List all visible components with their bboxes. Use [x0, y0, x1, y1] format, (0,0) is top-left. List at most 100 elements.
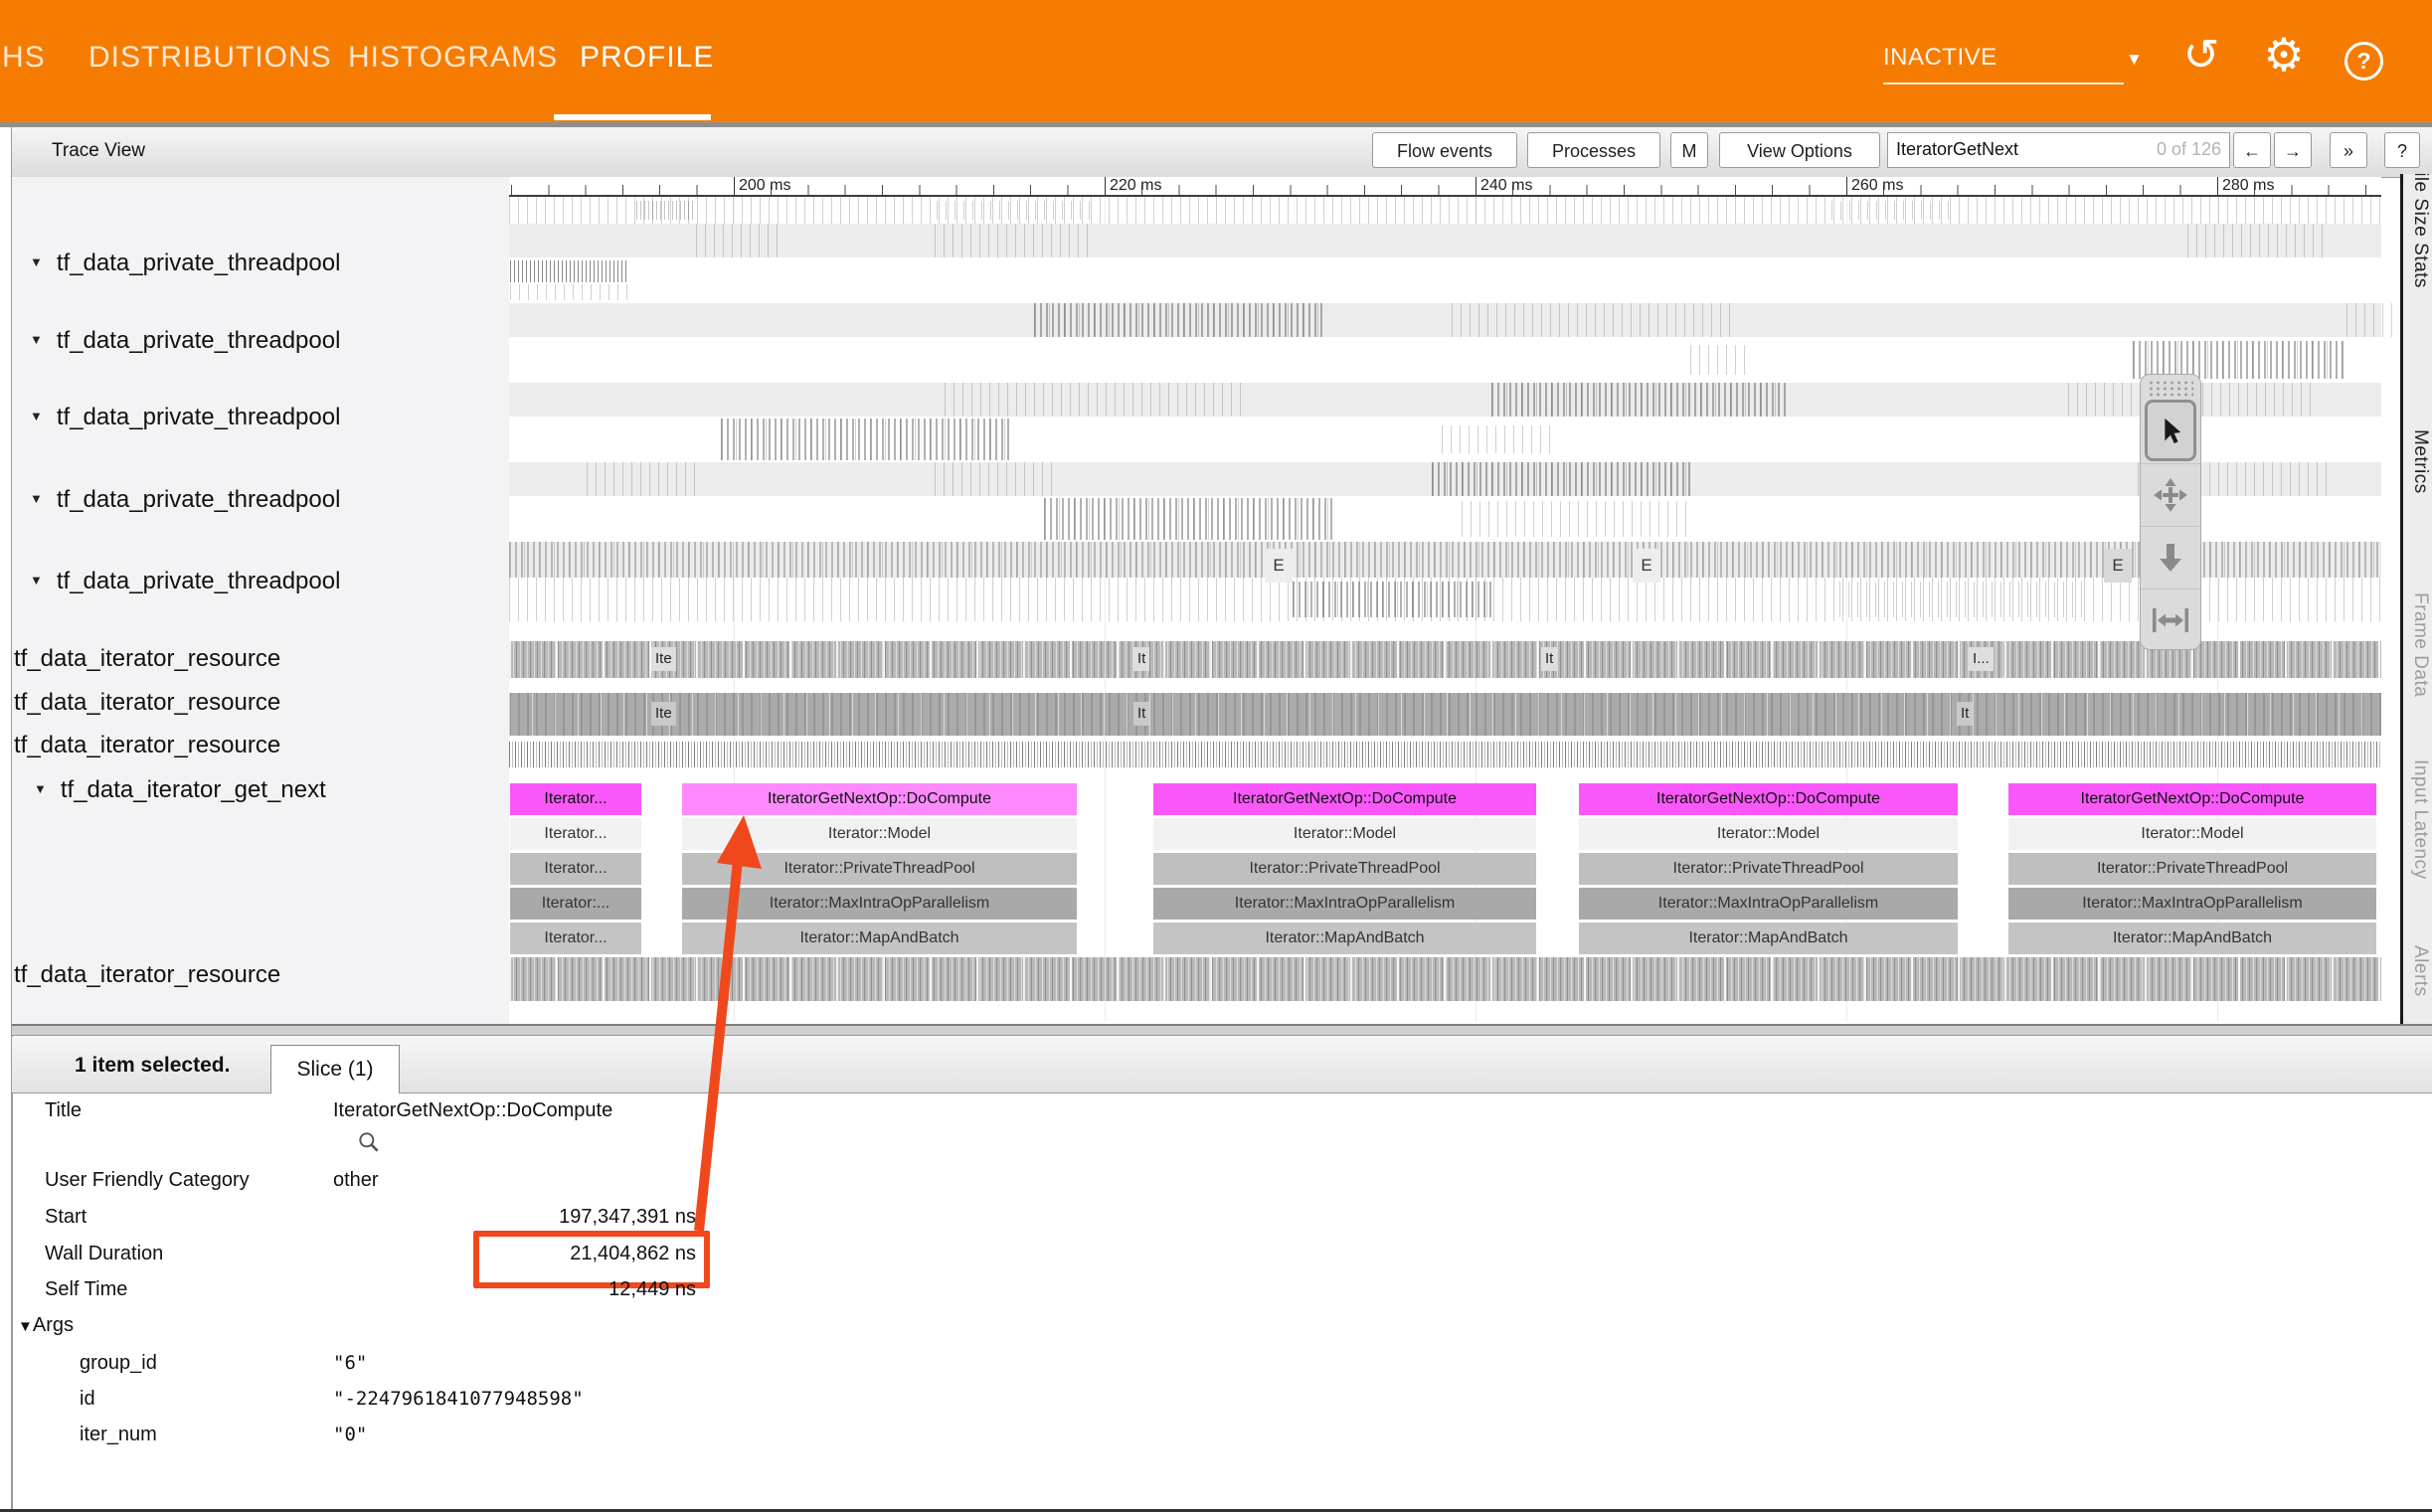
- tick-cluster: [587, 462, 696, 496]
- slice-mapandbatch[interactable]: Iterator::MapAndBatch: [1153, 923, 1536, 954]
- tab-histograms[interactable]: HISTOGRAMS: [348, 41, 558, 75]
- tab-profile[interactable]: PROFILE: [580, 41, 714, 75]
- field-value-start: 197,347,391 ns: [333, 1206, 696, 1229]
- sidebar-item-resource[interactable]: tf_data_iterator_resource: [14, 961, 280, 989]
- track-thread[interactable]: [509, 337, 2381, 383]
- event-marker[interactable]: E: [1265, 549, 1293, 583]
- sidebar-item-resource[interactable]: tf_data_iterator_resource: [14, 645, 280, 673]
- field-label: Self Time: [45, 1278, 127, 1301]
- tab-graphs-truncated[interactable]: HS: [2, 41, 46, 75]
- collapse-arrow-icon[interactable]: ▼: [30, 332, 43, 347]
- palette-drag-handle[interactable]: [2148, 380, 2193, 398]
- tab-slice[interactable]: Slice (1): [270, 1045, 400, 1093]
- slice-mapandbatch[interactable]: Iterator::MapAndBatch: [682, 923, 1077, 954]
- track-ticks[interactable]: [509, 462, 2381, 496]
- slice-maxintraopparallelism[interactable]: Iterator::MaxIntraOpParallelism: [2008, 888, 2376, 920]
- track-iterator-resource[interactable]: Ite It It I...: [509, 641, 2381, 678]
- refresh-icon[interactable]: ↺: [2179, 30, 2223, 81]
- sidebar-item-threadpool[interactable]: ▼ tf_data_private_threadpool: [30, 404, 340, 431]
- track-ticks[interactable]: [509, 303, 2381, 337]
- collapse-arrow-icon[interactable]: ▼: [30, 573, 43, 588]
- tab-distributions[interactable]: DISTRIBUTIONS: [88, 41, 332, 75]
- slice-privatethreadpool[interactable]: Iterator::PrivateThreadPool: [1153, 853, 1536, 885]
- slice-privatethreadpool[interactable]: Iterator::PrivateThreadPool: [682, 853, 1077, 885]
- slice-docompute[interactable]: IteratorGetNextOp::DoCompute: [1579, 783, 1958, 815]
- sidebar-item-resource[interactable]: tf_data_iterator_resource: [14, 732, 280, 759]
- slice-mapandbatch[interactable]: Iterator::MapAndBatch: [2008, 923, 2376, 954]
- collapse-arrow-icon[interactable]: ▼: [30, 409, 43, 423]
- event-marker[interactable]: E: [1633, 549, 1660, 583]
- arg-value: "6": [333, 1352, 367, 1374]
- sidebar-item-threadpool[interactable]: ▼tf_data_private_threadpool: [30, 568, 340, 595]
- slice-privatethreadpool[interactable]: Iterator::PrivateThreadPool: [2008, 853, 2376, 885]
- slice-privatethreadpool[interactable]: Iterator::PrivateThreadPool: [1579, 853, 1958, 885]
- field-label: Title: [45, 1099, 82, 1122]
- slice-mapandbatch[interactable]: Iterator...: [510, 923, 641, 954]
- find-prev-button[interactable]: ←: [2233, 132, 2271, 168]
- track-ticks[interactable]: [509, 197, 2381, 224]
- event-marker[interactable]: E: [2104, 549, 2132, 583]
- track-ticks[interactable]: [509, 383, 2381, 417]
- slice-model[interactable]: Iterator...: [510, 818, 641, 850]
- slice-docompute[interactable]: IteratorGetNextOp::DoCompute: [2008, 783, 2376, 815]
- zoom-tool-button[interactable]: [2141, 526, 2200, 588]
- slice-group: IteratorGetNextOp::DoCompute Iterator::M…: [1579, 783, 1958, 954]
- sidebar-item-get-next[interactable]: ▼tf_data_iterator_get_next: [34, 776, 326, 804]
- slice-model[interactable]: Iterator::Model: [682, 818, 1077, 850]
- timing-tool-button[interactable]: [2141, 588, 2200, 650]
- tab-file-size-stats[interactable]: File Size Stats: [2405, 174, 2431, 309]
- slice-docompute-selected[interactable]: IteratorGetNextOp::DoCompute: [682, 783, 1077, 815]
- slice-maxintraopparallelism[interactable]: Iterator:...: [510, 888, 641, 920]
- sidebar-item-resource[interactable]: tf_data_iterator_resource: [14, 689, 280, 717]
- collapse-arrow-icon[interactable]: ▼: [30, 254, 43, 269]
- track-name: tf_data_private_threadpool: [57, 404, 341, 430]
- track-ticks[interactable]: [509, 224, 2381, 257]
- find-next-button[interactable]: →: [2274, 132, 2312, 168]
- tick-cluster: [1462, 501, 1690, 537]
- slice-mapandbatch[interactable]: Iterator::MapAndBatch: [1579, 923, 1958, 954]
- magnifier-icon[interactable]: [356, 1129, 382, 1155]
- collapse-arrow-icon[interactable]: ▼: [34, 781, 47, 796]
- slice-model[interactable]: Iterator::Model: [1579, 818, 1958, 850]
- help-icon[interactable]: ?: [2345, 42, 2383, 81]
- view-options-button[interactable]: View Options: [1719, 132, 1880, 168]
- slice-maxintraopparallelism[interactable]: Iterator::MaxIntraOpParallelism: [1579, 888, 1958, 920]
- track-iterator-resource[interactable]: [509, 957, 2381, 1001]
- sidebar-item-threadpool[interactable]: ▼tf_data_private_threadpool: [30, 250, 340, 277]
- gear-icon[interactable]: ⚙: [2261, 28, 2307, 82]
- trace-help-button[interactable]: ?: [2384, 132, 2420, 168]
- slice-model[interactable]: Iterator::Model: [1153, 818, 1536, 850]
- run-selector[interactable]: INACTIVE: [1883, 44, 1998, 72]
- metadata-button[interactable]: M: [1670, 132, 1708, 168]
- search-input[interactable]: IteratorGetNext 0 of 126: [1887, 132, 2230, 168]
- track-thread[interactable]: [509, 578, 2381, 621]
- track-iterator-resource[interactable]: Ite It It: [509, 693, 2381, 736]
- slice-privatethreadpool[interactable]: Iterator...: [510, 853, 641, 885]
- processes-button[interactable]: Processes: [1527, 132, 1660, 168]
- track-thread[interactable]: [509, 417, 2381, 462]
- select-tool-button[interactable]: [2145, 400, 2196, 461]
- pan-tool-button[interactable]: [2141, 463, 2200, 526]
- sidebar-item-threadpool[interactable]: ▼tf_data_private_threadpool: [30, 486, 340, 514]
- expand-triangle-icon[interactable]: ▼: [18, 1318, 33, 1335]
- track-thread[interactable]: [509, 257, 2381, 303]
- flow-events-button[interactable]: Flow events: [1372, 132, 1517, 168]
- collapse-arrow-icon[interactable]: ▼: [30, 491, 43, 506]
- args-expander[interactable]: ▼Args: [18, 1314, 74, 1337]
- tick-cluster: [2187, 224, 2327, 257]
- chevron-down-icon[interactable]: ▼: [2126, 50, 2143, 70]
- tab-metrics[interactable]: Metrics: [2405, 429, 2431, 519]
- slice-label: I...: [1969, 647, 1994, 671]
- slice-docompute[interactable]: Iterator...: [510, 783, 641, 815]
- collapse-controls-button[interactable]: »: [2330, 132, 2367, 168]
- sidebar-item-threadpool[interactable]: ▼tf_data_private_threadpool: [30, 327, 340, 355]
- slice-model[interactable]: Iterator::Model: [2008, 818, 2376, 850]
- slice-maxintraopparallelism[interactable]: Iterator::MaxIntraOpParallelism: [682, 888, 1077, 920]
- slice-docompute[interactable]: IteratorGetNextOp::DoCompute: [1153, 783, 1536, 815]
- slice-maxintraopparallelism[interactable]: Iterator::MaxIntraOpParallelism: [1153, 888, 1536, 920]
- track-ticks[interactable]: [509, 542, 2381, 578]
- track-thread[interactable]: [509, 496, 2381, 542]
- track-iterator-resource[interactable]: [509, 742, 2381, 767]
- tick-cluster: [636, 201, 696, 220]
- panel-divider[interactable]: [12, 1024, 2432, 1036]
